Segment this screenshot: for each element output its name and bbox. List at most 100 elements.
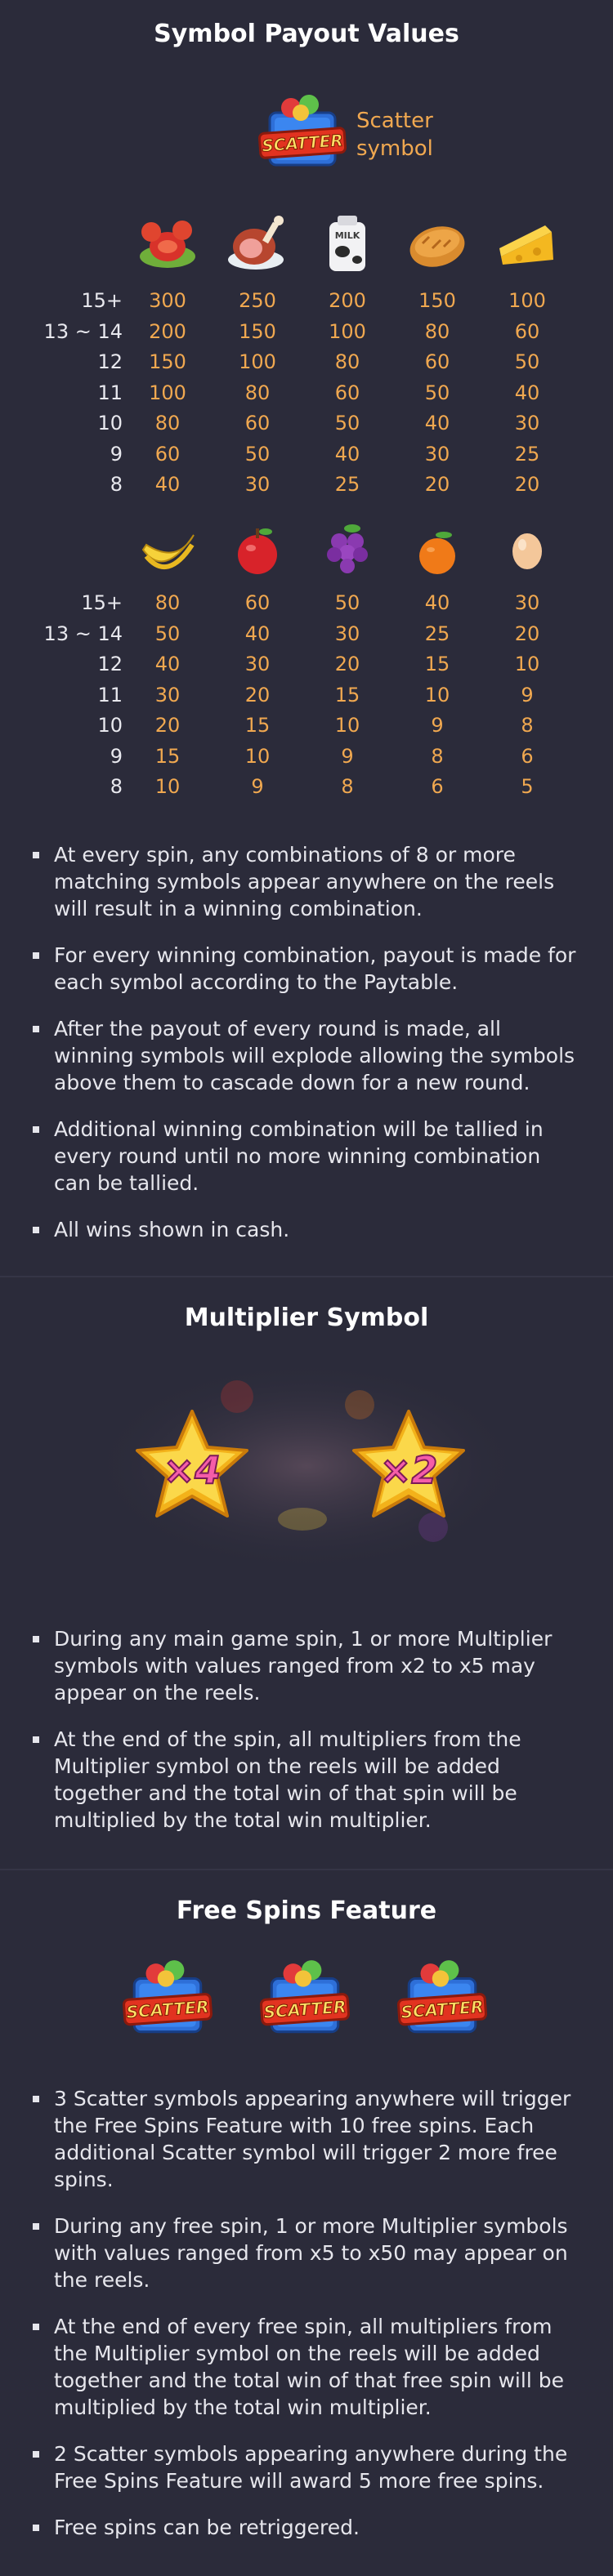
rule-item: At the end of the spin, all multipliers …	[0, 1726, 613, 1834]
multiplier-star-x2: ×2	[347, 1405, 470, 1527]
payout-value: 40	[244, 622, 271, 645]
section-divider-1	[0, 1276, 613, 1277]
payout-value: 80	[244, 381, 271, 404]
symbol-count: 9	[110, 442, 123, 466]
symbol-count: 13 ~ 14	[43, 622, 123, 645]
payout-value: 9	[521, 683, 534, 706]
egg-icon	[494, 517, 560, 582]
rule-item: Free spins can be retriggered.	[0, 2514, 613, 2541]
payout-value: 8	[431, 744, 444, 768]
pay-table-row: 12 150 100 80 60 50	[0, 347, 613, 378]
payout-value: 100	[239, 350, 276, 373]
scatter-icon: SCATTER	[258, 90, 347, 180]
rule-item: During any free spin, 1 or more Multipli…	[0, 2213, 613, 2293]
pay-table-2: 15+ 80 60 50 40 30 13 ~ 14 50 40 30 25 20 12 40 30 20 15…	[0, 588, 613, 803]
symbol-count: 10	[97, 412, 123, 435]
multiplier-section-title: Multiplier Symbol	[184, 1304, 429, 1332]
symbol-count: 15+	[81, 591, 123, 614]
pay-table-row: 10 20 15 10 9 8	[0, 711, 613, 742]
scatter-icon: SCATTER	[260, 1952, 350, 2050]
payout-value: 30	[514, 591, 540, 614]
payout-value: 30	[154, 683, 181, 706]
rule-item: 2 Scatter symbols appearing anywhere dur…	[0, 2440, 613, 2494]
scatter-icon: SCATTER	[123, 1952, 213, 2050]
rule-item: After the payout of every round is made,…	[0, 1015, 613, 1096]
bread-icon	[405, 211, 470, 276]
payout-value: 50	[424, 381, 450, 404]
payout-value: 10	[244, 744, 271, 768]
symbol-icons-row-2	[0, 517, 613, 591]
pay-table-row: 11 30 20 15 10 9	[0, 680, 613, 711]
pay-table-row: 8 10 9 8 6 5	[0, 772, 613, 803]
apple-icon	[225, 517, 290, 582]
payout-value: 30	[244, 473, 271, 496]
lobster-icon	[135, 211, 200, 276]
grapes-icon	[315, 517, 380, 582]
payout-value: 30	[424, 442, 450, 466]
payout-value: 250	[239, 289, 276, 312]
payout-value: 8	[341, 775, 354, 798]
payout-section-title: Symbol Payout Values	[154, 20, 459, 48]
symbol-count: 13 ~ 14	[43, 319, 123, 343]
scatter-icon: SCATTER	[397, 1952, 487, 2050]
payout-value: 50	[334, 591, 360, 614]
scatter-label: Scatter symbol	[356, 109, 433, 161]
payout-value: 50	[334, 412, 360, 435]
payout-value: 150	[149, 350, 186, 373]
rule-item: All wins shown in cash.	[0, 1216, 613, 1243]
symbol-count: 11	[97, 683, 123, 706]
payout-value: 10	[334, 714, 360, 737]
payout-value: 20	[514, 473, 540, 496]
payout-value: 25	[334, 473, 360, 496]
symbol-count: 11	[97, 381, 123, 404]
payout-value: 50	[154, 622, 181, 645]
payout-value: 30	[334, 622, 360, 645]
payout-value: 200	[329, 289, 366, 312]
pay-table-row: 11 100 80 60 50 40	[0, 378, 613, 409]
payout-value: 5	[521, 775, 534, 798]
payout-value: 10	[154, 775, 181, 798]
free-spins-section-title: Free Spins Feature	[176, 1896, 437, 1925]
pay-table-row: 15+ 300 250 200 150 100	[0, 286, 613, 317]
symbol-count: 8	[110, 775, 123, 798]
symbol-count: 9	[110, 744, 123, 768]
payout-value: 60	[244, 591, 271, 614]
pay-table-row: 10 80 60 50 40 30	[0, 408, 613, 439]
payout-value: 150	[239, 319, 276, 343]
payout-value: 50	[244, 442, 271, 466]
scatter-symbol-row: SCATTER Scatter symbol	[258, 90, 446, 180]
payout-value: 80	[334, 350, 360, 373]
rule-item: During any main game spin, 1 or more Mul…	[0, 1625, 613, 1706]
payout-value: 9	[251, 775, 264, 798]
payout-value: 15	[154, 744, 181, 768]
ham-icon	[225, 211, 290, 276]
symbol-count: 8	[110, 473, 123, 496]
payout-value: 10	[514, 653, 540, 675]
payout-value: 40	[154, 653, 181, 675]
payout-value: 40	[334, 442, 360, 466]
scatter-symbols-row: SCATTER SCATTER SCATTER	[0, 1952, 613, 2058]
symbol-count: 10	[97, 714, 123, 737]
pay-table-row: 12 40 30 20 15 10	[0, 649, 613, 680]
payout-value: 6	[521, 744, 534, 768]
payout-value: 20	[424, 473, 450, 496]
payout-value: 60	[244, 412, 271, 435]
symbol-icons-row-1: MILK	[0, 211, 613, 284]
payout-value: 50	[514, 350, 540, 373]
payout-value: 25	[424, 622, 450, 645]
payout-value: 80	[154, 412, 181, 435]
symbol-count: 12	[97, 350, 123, 373]
payout-value: 150	[418, 289, 456, 312]
pay-table-row: 9 60 50 40 30 25	[0, 439, 613, 470]
payout-value: 100	[149, 381, 186, 404]
payout-value: 40	[154, 473, 181, 496]
payout-value: 8	[521, 714, 534, 737]
payout-rules-list: At every spin, any combinations of 8 or …	[0, 841, 613, 1263]
milk-text: MILK	[335, 230, 360, 241]
rule-item: At the end of every free spin, all multi…	[0, 2313, 613, 2421]
payout-value: 40	[424, 412, 450, 435]
payout-value: 15	[424, 653, 450, 675]
symbol-count: 15+	[81, 289, 123, 312]
payout-value: 15	[244, 714, 271, 737]
payout-value: 15	[334, 683, 360, 706]
